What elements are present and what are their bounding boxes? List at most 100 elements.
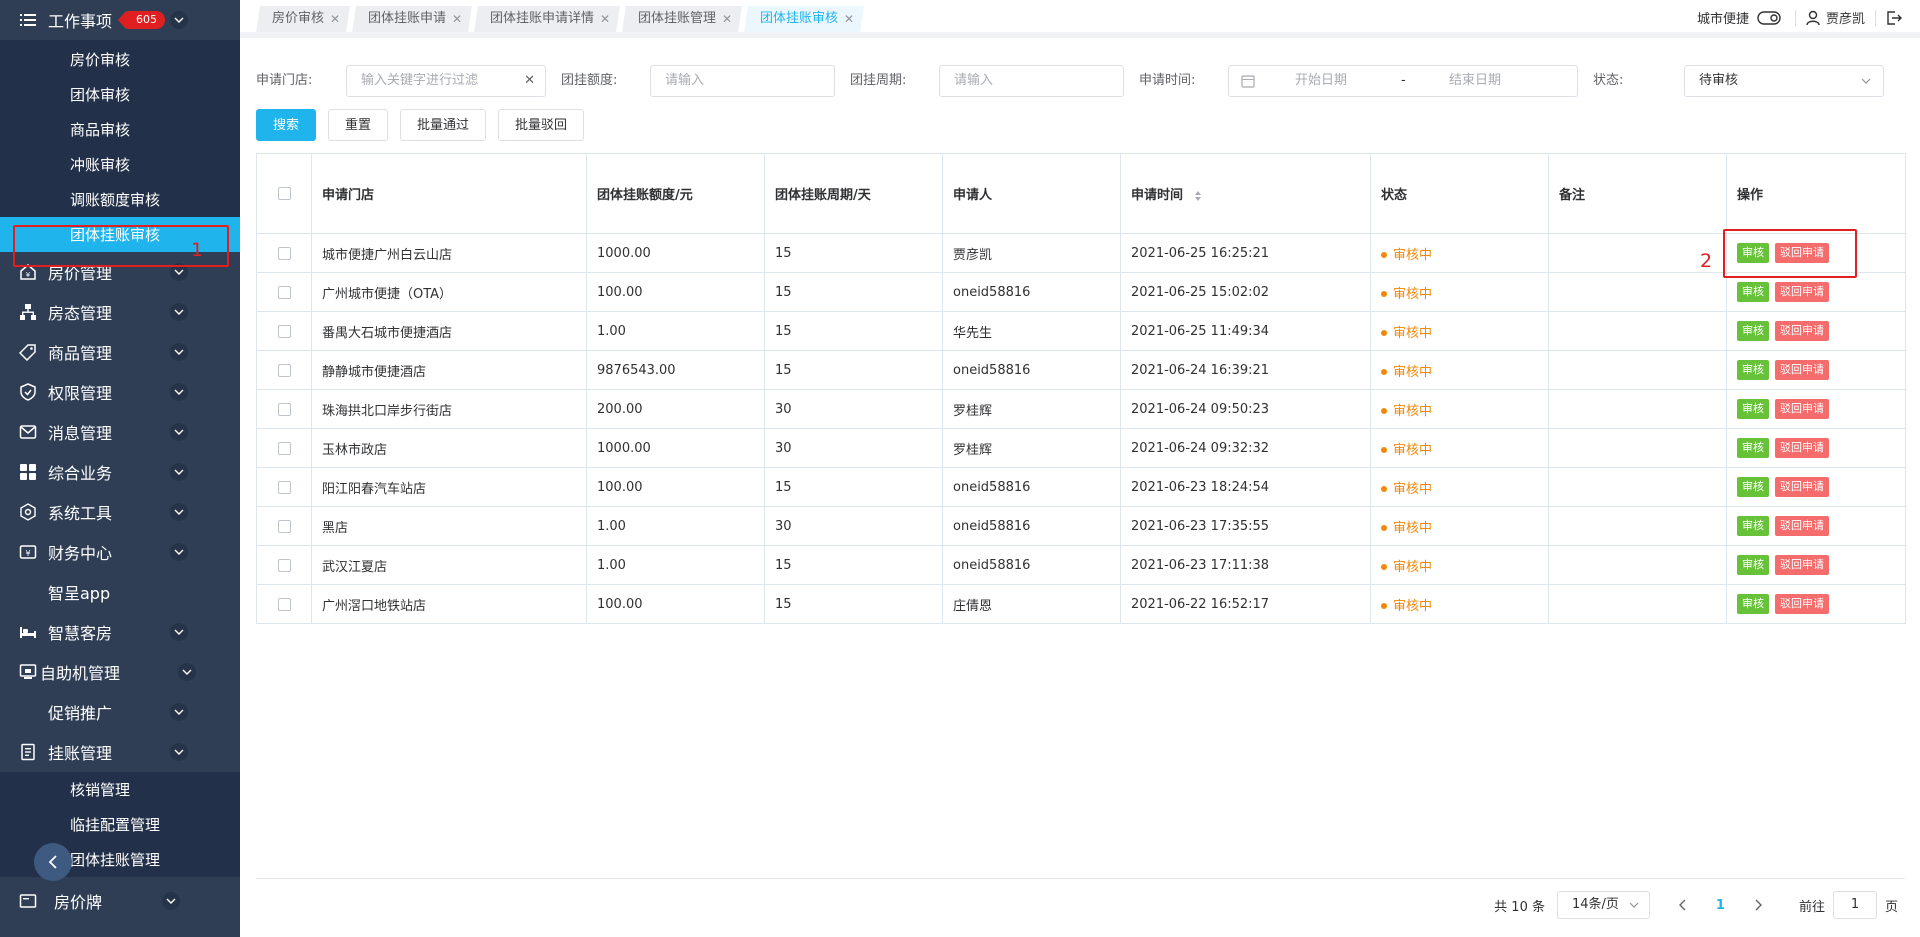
amount-filter-input[interactable]: 请输入 — [650, 65, 835, 97]
table-row[interactable]: 城市便捷广州白云山店 1000.00 15 贾彦凯 2021-06-25 16:25:2… — [256, 233, 1906, 273]
chevron-down-icon[interactable] — [170, 623, 188, 641]
chevron-down-icon[interactable] — [170, 11, 188, 29]
approve-button[interactable]: 审核 — [1737, 438, 1769, 458]
start-date-input[interactable]: 开始日期 — [1295, 66, 1347, 96]
table-row[interactable]: 黑店 1.00 30 oneid58816 2021-06-23 17:35:55 审核中… — [256, 506, 1906, 546]
close-icon[interactable]: ✕ — [844, 6, 854, 32]
tab-room-price-review[interactable]: 房价审核 ✕ — [256, 6, 350, 32]
tab-group-credit-manage[interactable]: 团体挂账管理 ✕ — [622, 6, 742, 32]
table-row[interactable]: 广州滘口地铁站店 100.00 15 庄倩恩 2021-06-22 16:52:17 审核… — [256, 584, 1906, 624]
sidebar-item-permission[interactable]: 权限管理 — [0, 372, 240, 412]
chevron-down-icon[interactable] — [170, 743, 188, 761]
reject-button[interactable]: 驳回申请 — [1775, 516, 1829, 536]
period-filter-input[interactable]: 请输入 — [939, 65, 1124, 97]
reject-button[interactable]: 驳回申请 — [1775, 282, 1829, 302]
approve-button[interactable]: 审核 — [1737, 399, 1769, 419]
table-row[interactable]: 玉林市政店 1000.00 30 罗桂辉 2021-06-24 09:32:32 审核中 审… — [256, 428, 1906, 468]
approve-button[interactable]: 审核 — [1737, 516, 1769, 536]
reject-button[interactable]: 驳回申请 — [1775, 360, 1829, 380]
sidebar-item-system-tools[interactable]: 系统工具 — [0, 492, 240, 532]
sidebar-item-price-board[interactable]: 房价牌 — [0, 881, 240, 921]
chevron-down-icon[interactable] — [170, 383, 188, 401]
chevron-down-icon[interactable] — [170, 303, 188, 321]
sidebar-item-message[interactable]: 消息管理 — [0, 412, 240, 452]
row-checkbox[interactable] — [277, 597, 291, 611]
collapse-sidebar-button[interactable] — [34, 843, 72, 881]
sidebar-item-finance[interactable]: ¥ 财务中心 — [0, 532, 240, 572]
sidebar-subitem[interactable]: 房价审核 — [0, 42, 240, 77]
chevron-down-icon[interactable] — [170, 543, 188, 561]
reject-button[interactable]: 驳回申请 — [1775, 399, 1829, 419]
sidebar-item-business[interactable]: 综合业务 — [0, 452, 240, 492]
approve-button[interactable]: 审核 — [1737, 477, 1769, 497]
search-button[interactable]: 搜索 — [256, 109, 317, 141]
approve-button[interactable]: 审核 — [1737, 360, 1769, 380]
batch-reject-button[interactable]: 批量驳回 — [498, 109, 585, 141]
chevron-down-icon[interactable] — [170, 423, 188, 441]
row-checkbox[interactable] — [277, 519, 291, 533]
select-all-checkbox[interactable] — [277, 187, 291, 200]
approve-button[interactable]: 审核 — [1737, 321, 1769, 341]
sidebar-subitem[interactable]: 商品审核 — [0, 112, 240, 147]
approve-button[interactable]: 审核 — [1737, 282, 1769, 302]
approve-button[interactable]: 审核 — [1737, 555, 1769, 575]
sidebar-item-ledger[interactable]: 挂账管理 — [0, 732, 240, 772]
sidebar-item-room-status[interactable]: 房态管理 — [0, 292, 240, 332]
page-size-select[interactable]: 14条/页 — [1556, 891, 1650, 919]
end-date-input[interactable]: 结束日期 — [1449, 66, 1501, 96]
sidebar-subitem[interactable]: 临挂配置管理 — [0, 807, 240, 842]
sidebar-item-goods[interactable]: 商品管理 — [0, 332, 240, 372]
row-checkbox[interactable] — [277, 324, 291, 338]
approve-button[interactable]: 审核 — [1737, 594, 1769, 614]
sidebar-item-zhicheng-app[interactable]: 智呈app — [0, 572, 240, 612]
current-page[interactable]: 1 — [1716, 898, 1725, 913]
store-filter-input[interactable]: 输入关键字进行过滤 ✕ — [346, 65, 546, 97]
sidebar-item-smart-room[interactable]: 智慧客房 — [0, 612, 240, 652]
chevron-down-icon[interactable] — [178, 663, 196, 681]
goto-page-input[interactable]: 1 — [1832, 891, 1877, 919]
row-checkbox[interactable] — [277, 558, 291, 572]
sidebar-item-work[interactable]: 工作事项 605 — [0, 0, 240, 40]
chevron-down-icon[interactable] — [170, 463, 188, 481]
row-checkbox[interactable] — [277, 441, 291, 455]
table-row[interactable]: 珠海拱北口岸步行街店 200.00 30 罗桂辉 2021-06-24 09:50:23… — [256, 389, 1906, 429]
status-select[interactable]: 待审核 — [1684, 65, 1884, 97]
chevron-down-icon[interactable] — [170, 503, 188, 521]
close-icon[interactable]: ✕ — [330, 6, 340, 32]
reject-button[interactable]: 驳回申请 — [1775, 555, 1829, 575]
row-checkbox[interactable] — [277, 363, 291, 377]
tab-group-credit-review[interactable]: 团体挂账审核 ✕ — [744, 6, 864, 32]
user-name[interactable]: 贾彦凯 — [1826, 8, 1865, 27]
sidebar-subitem[interactable]: 团体审核 — [0, 77, 240, 112]
prev-page-button[interactable] — [1678, 899, 1686, 911]
reject-button[interactable]: 驳回申请 — [1775, 321, 1829, 341]
tab-group-credit-apply[interactable]: 团体挂账申请 ✕ — [352, 6, 472, 32]
sidebar-subitem[interactable]: 调账额度审核 — [0, 182, 240, 217]
sidebar-subitem[interactable]: 冲账审核 — [0, 147, 240, 182]
row-checkbox[interactable] — [277, 285, 291, 299]
chevron-down-icon[interactable] — [170, 703, 188, 721]
sidebar-item-promotion[interactable]: 促销推广 — [0, 692, 240, 732]
clear-icon[interactable]: ✕ — [524, 66, 535, 96]
batch-pass-button[interactable]: 批量通过 — [400, 109, 487, 141]
tab-group-credit-apply-detail[interactable]: 团体挂账申请详情 ✕ — [474, 6, 620, 32]
reject-button[interactable]: 驳回申请 — [1775, 438, 1829, 458]
reject-button[interactable]: 驳回申请 — [1775, 477, 1829, 497]
table-row[interactable]: 阳江阳春汽车站店 100.00 15 oneid58816 2021-06-23 18:… — [256, 467, 1906, 507]
sort-icon[interactable] — [1194, 190, 1202, 202]
table-row[interactable]: 静静城市便捷酒店 9876543.00 15 oneid58816 2021-06-24… — [256, 350, 1906, 390]
chevron-down-icon[interactable] — [170, 343, 188, 361]
table-row[interactable]: 番禺大石城市便捷酒店 1.00 15 华先生 2021-06-25 11:49:34 审核… — [256, 311, 1906, 351]
table-row[interactable]: 广州城市便捷（OTA） 100.00 15 oneid58816 2021-06-25 … — [256, 272, 1906, 312]
date-range-picker[interactable]: 开始日期 - 结束日期 — [1228, 65, 1578, 97]
logout-icon[interactable] — [1886, 10, 1902, 26]
sidebar-subitem[interactable]: 核销管理 — [0, 772, 240, 807]
column-header-sortable[interactable]: 申请时间 — [1120, 153, 1371, 234]
close-icon[interactable]: ✕ — [452, 6, 462, 32]
reset-button[interactable]: 重置 — [328, 109, 389, 141]
row-checkbox[interactable] — [277, 480, 291, 494]
row-checkbox[interactable] — [277, 402, 291, 416]
close-icon[interactable]: ✕ — [600, 6, 610, 32]
close-icon[interactable]: ✕ — [722, 6, 732, 32]
reject-button[interactable]: 驳回申请 — [1775, 594, 1829, 614]
